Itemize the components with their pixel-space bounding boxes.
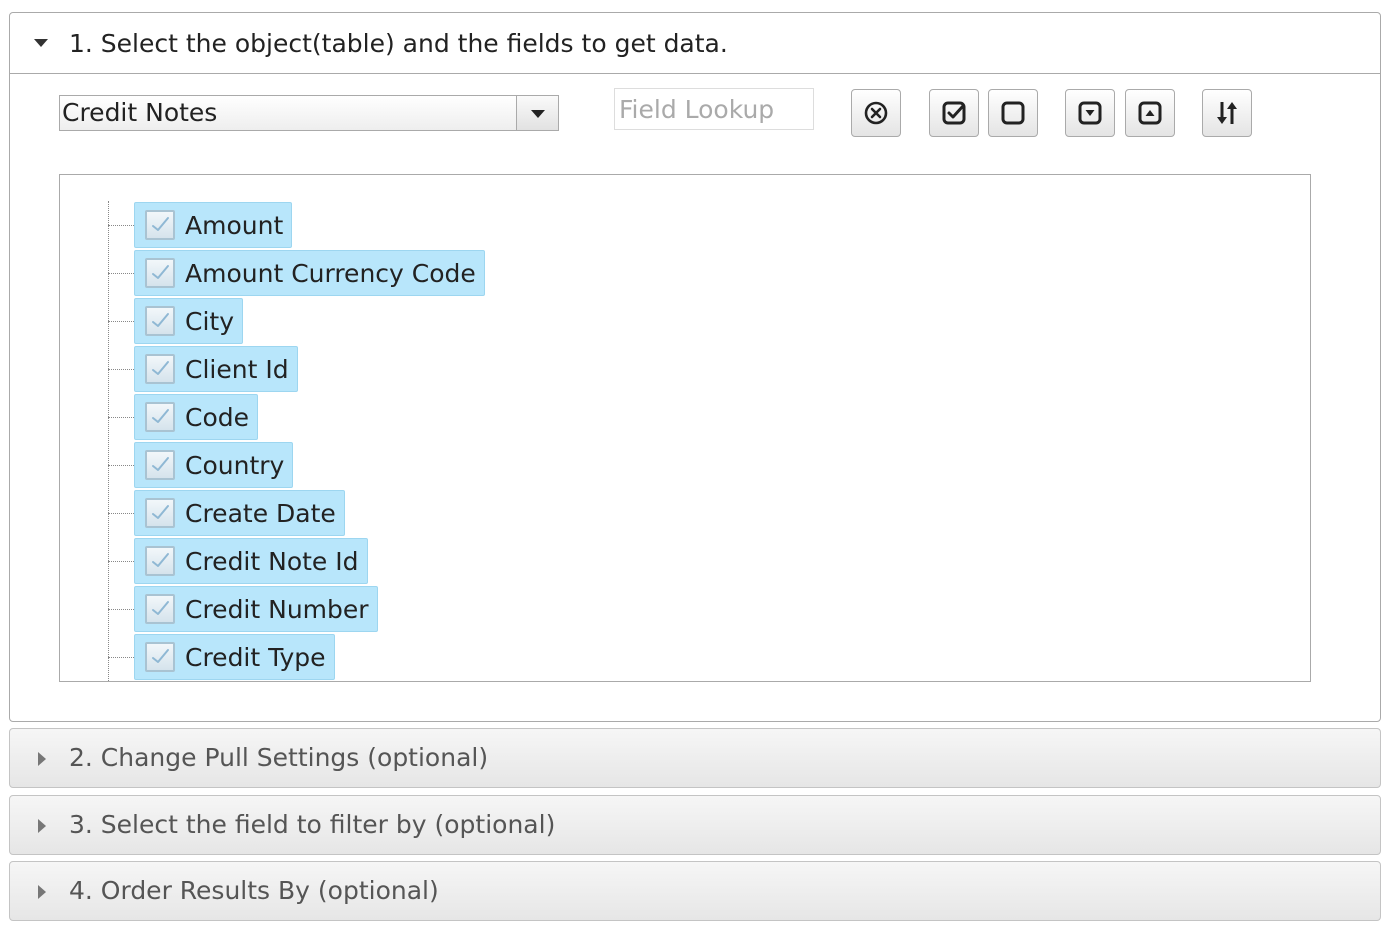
field-checkbox[interactable] bbox=[145, 642, 175, 672]
field-label[interactable]: Create Date bbox=[185, 499, 336, 528]
tree-connector bbox=[108, 657, 134, 658]
caret-right-icon[interactable] bbox=[38, 752, 46, 766]
checkmark-icon bbox=[152, 505, 169, 519]
collapse-all-button[interactable] bbox=[1125, 89, 1175, 137]
caret-right-icon[interactable] bbox=[38, 819, 46, 833]
tree-connector bbox=[108, 225, 134, 226]
field-label[interactable]: Country bbox=[185, 451, 284, 480]
field-chip[interactable]: Credit Number bbox=[134, 586, 378, 632]
field-checkbox[interactable] bbox=[145, 306, 175, 336]
section-1-header[interactable]: 1. Select the object(table) and the fiel… bbox=[10, 13, 1380, 74]
sort-button[interactable] bbox=[1202, 89, 1252, 137]
tree-connector bbox=[108, 417, 134, 418]
field-chip[interactable]: City bbox=[134, 298, 243, 344]
section-4-title[interactable]: 4. Order Results By (optional) bbox=[69, 876, 439, 905]
box-chevron-up-icon bbox=[1138, 101, 1162, 125]
field-tree[interactable]: Amount Amount Currency Code City Client Id C… bbox=[59, 174, 1311, 682]
checkmark-icon bbox=[152, 361, 169, 375]
field-chip[interactable]: Code bbox=[134, 394, 259, 440]
field-chip[interactable]: Client Id bbox=[134, 346, 298, 392]
checkmark-icon bbox=[152, 265, 169, 279]
field-checkbox[interactable] bbox=[145, 498, 175, 528]
checkmark-icon bbox=[152, 553, 169, 567]
sort-arrows-icon bbox=[1217, 102, 1237, 124]
clear-lookup-button[interactable] bbox=[851, 89, 901, 137]
field-label[interactable]: Amount Currency Code bbox=[185, 259, 476, 288]
field-chip[interactable]: Credit Type bbox=[134, 634, 335, 680]
checkmark-icon bbox=[152, 217, 169, 231]
tree-connector bbox=[108, 465, 134, 466]
field-checkbox[interactable] bbox=[145, 354, 175, 384]
field-checkbox[interactable] bbox=[145, 594, 175, 624]
field-chip[interactable]: Credit Note Id bbox=[134, 538, 368, 584]
field-checkbox[interactable] bbox=[145, 402, 175, 432]
field-checkbox[interactable] bbox=[145, 210, 175, 240]
field-lookup-input[interactable] bbox=[614, 88, 814, 130]
checkmark-icon bbox=[152, 457, 169, 471]
tree-connector bbox=[108, 321, 134, 322]
field-label[interactable]: City bbox=[185, 307, 234, 336]
section-2-title[interactable]: 2. Change Pull Settings (optional) bbox=[69, 743, 488, 772]
tree-connector bbox=[108, 369, 134, 370]
expand-all-button[interactable] bbox=[1065, 89, 1115, 137]
field-label[interactable]: Credit Number bbox=[185, 595, 369, 624]
tree-connector bbox=[108, 561, 134, 562]
checked-box-icon bbox=[942, 101, 966, 125]
deselect-all-button[interactable] bbox=[988, 89, 1038, 137]
field-label[interactable]: Credit Type bbox=[185, 643, 326, 672]
section-filter-field[interactable]: 3. Select the field to filter by (option… bbox=[9, 795, 1381, 855]
checkmark-icon bbox=[152, 649, 169, 663]
box-chevron-down-icon bbox=[1078, 101, 1102, 125]
empty-box-icon bbox=[1001, 101, 1025, 125]
field-checkbox[interactable] bbox=[145, 546, 175, 576]
field-label[interactable]: Amount bbox=[185, 211, 283, 240]
tree-connector bbox=[108, 609, 134, 610]
field-label[interactable]: Code bbox=[185, 403, 249, 432]
caret-down-icon[interactable] bbox=[34, 39, 48, 47]
field-chip[interactable]: Amount bbox=[134, 202, 293, 248]
field-chip[interactable]: Amount Currency Code bbox=[134, 250, 485, 296]
section-pull-settings[interactable]: 2. Change Pull Settings (optional) bbox=[9, 728, 1381, 788]
field-checkbox[interactable] bbox=[145, 258, 175, 288]
circle-x-icon bbox=[864, 101, 888, 125]
checkmark-icon bbox=[152, 313, 169, 327]
object-select[interactable]: Credit Notes bbox=[59, 95, 559, 131]
object-select-value[interactable]: Credit Notes bbox=[62, 98, 217, 127]
section-order-results[interactable]: 4. Order Results By (optional) bbox=[9, 861, 1381, 921]
tree-connector bbox=[108, 273, 134, 274]
section-1-title[interactable]: 1. Select the object(table) and the fiel… bbox=[69, 29, 728, 58]
checkmark-icon bbox=[152, 409, 169, 423]
field-label[interactable]: Credit Note Id bbox=[185, 547, 359, 576]
field-chip[interactable]: Create Date bbox=[134, 490, 345, 536]
field-checkbox[interactable] bbox=[145, 450, 175, 480]
caret-right-icon[interactable] bbox=[38, 885, 46, 899]
tree-connector bbox=[108, 513, 134, 514]
section-3-title[interactable]: 3. Select the field to filter by (option… bbox=[69, 810, 555, 839]
chevron-down-icon[interactable] bbox=[516, 96, 558, 130]
select-all-button[interactable] bbox=[929, 89, 979, 137]
field-label[interactable]: Client Id bbox=[185, 355, 289, 384]
field-chip[interactable]: Country bbox=[134, 442, 294, 488]
checkmark-icon bbox=[152, 601, 169, 615]
